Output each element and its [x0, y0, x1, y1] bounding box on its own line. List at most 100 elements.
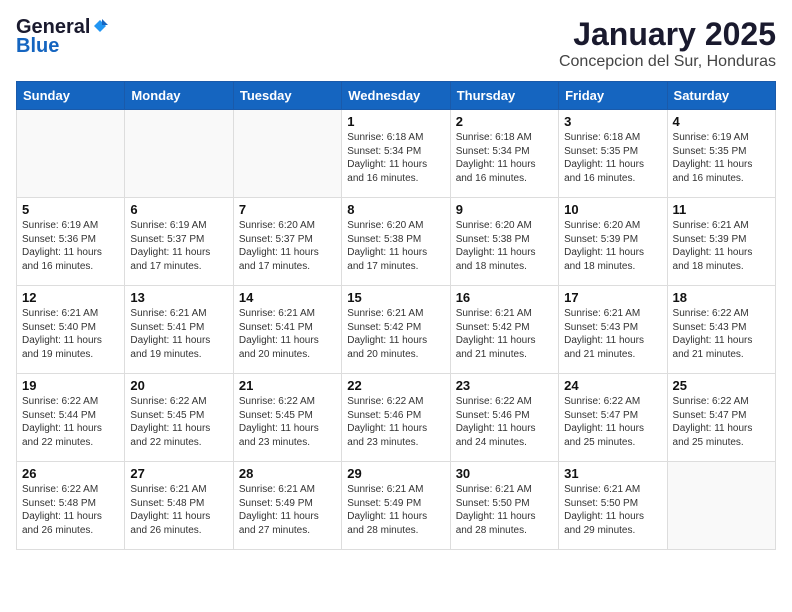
day-number: 14	[239, 290, 336, 305]
day-info: Sunrise: 6:22 AM Sunset: 5:46 PM Dayligh…	[347, 395, 444, 449]
calendar-cell: 10 Sunrise: 6:20 AM Sunset: 5:39 PM Dayli…	[559, 198, 667, 286]
day-info: Sunrise: 6:21 AM Sunset: 5:39 PM Dayligh…	[673, 219, 770, 273]
header-tuesday: Tuesday	[233, 82, 341, 110]
logo: General Blue	[16, 16, 108, 58]
calendar-cell: 6Sunrise: 6:19 AM Sunset: 5:37 PM Daylig…	[125, 198, 233, 286]
calendar-cell: 18 Sunrise: 6:22 AM Sunset: 5:43 PM Dayli…	[667, 286, 775, 374]
day-number: 3	[564, 114, 661, 129]
header-monday: Monday	[125, 82, 233, 110]
day-number: 12	[22, 290, 119, 305]
day-info: Sunrise: 6:21 AM Sunset: 5:41 PM Dayligh…	[239, 307, 336, 361]
day-number: 21	[239, 378, 336, 393]
day-info: Sunrise: 6:21 AM Sunset: 5:43 PM Dayligh…	[564, 307, 661, 361]
calendar-table: Sunday Monday Tuesday Wednesday Thursday…	[16, 81, 776, 550]
day-info: Sunrise: 6:21 AM Sunset: 5:42 PM Dayligh…	[347, 307, 444, 361]
day-number: 26	[22, 466, 119, 481]
day-info: Sunrise: 6:22 AM Sunset: 5:48 PM Dayligh…	[22, 483, 119, 537]
calendar-cell	[17, 110, 125, 198]
day-info: Sunrise: 6:20 AM Sunset: 5:39 PM Dayligh…	[564, 219, 661, 273]
calendar-cell: 27 Sunrise: 6:21 AM Sunset: 5:48 PM Dayli…	[125, 462, 233, 550]
day-info: Sunrise: 6:21 AM Sunset: 5:48 PM Dayligh…	[130, 483, 227, 537]
logo-blue: Blue	[16, 35, 59, 58]
calendar-cell: 15 Sunrise: 6:21 AM Sunset: 5:42 PM Dayli…	[342, 286, 450, 374]
day-number: 13	[130, 290, 227, 305]
day-info: Sunrise: 6:22 AM Sunset: 5:47 PM Dayligh…	[564, 395, 661, 449]
day-number: 16	[456, 290, 553, 305]
day-info: Sunrise: 6:18 AM Sunset: 5:34 PM Dayligh…	[347, 131, 444, 185]
logo-icon	[92, 18, 108, 34]
day-number: 20	[130, 378, 227, 393]
day-number: 27	[130, 466, 227, 481]
calendar-cell: 28Sunrise: 6:21 AM Sunset: 5:49 PM Dayli…	[233, 462, 341, 550]
calendar-cell: 19 Sunrise: 6:22 AM Sunset: 5:44 PM Dayli…	[17, 374, 125, 462]
calendar-cell: 24 Sunrise: 6:22 AM Sunset: 5:47 PM Dayli…	[559, 374, 667, 462]
calendar-cell: 11 Sunrise: 6:21 AM Sunset: 5:39 PM Dayli…	[667, 198, 775, 286]
day-info: Sunrise: 6:19 AM Sunset: 5:35 PM Dayligh…	[673, 131, 770, 185]
day-info: Sunrise: 6:19 AM Sunset: 5:36 PM Dayligh…	[22, 219, 119, 273]
calendar-cell: 29Sunrise: 6:21 AM Sunset: 5:49 PM Dayli…	[342, 462, 450, 550]
calendar-cell: 3Sunrise: 6:18 AM Sunset: 5:35 PM Daylig…	[559, 110, 667, 198]
calendar-cell: 20 Sunrise: 6:22 AM Sunset: 5:45 PM Dayli…	[125, 374, 233, 462]
calendar-title: January 2025	[559, 16, 776, 53]
day-number: 25	[673, 378, 770, 393]
day-number: 9	[456, 202, 553, 217]
day-info: Sunrise: 6:21 AM Sunset: 5:41 PM Dayligh…	[130, 307, 227, 361]
calendar-cell: 23 Sunrise: 6:22 AM Sunset: 5:46 PM Dayli…	[450, 374, 558, 462]
calendar-cell	[667, 462, 775, 550]
day-info: Sunrise: 6:21 AM Sunset: 5:49 PM Dayligh…	[239, 483, 336, 537]
calendar-cell: 16Sunrise: 6:21 AM Sunset: 5:42 PM Dayli…	[450, 286, 558, 374]
day-number: 30	[456, 466, 553, 481]
day-number: 4	[673, 114, 770, 129]
day-number: 15	[347, 290, 444, 305]
week-row-2: 12 Sunrise: 6:21 AM Sunset: 5:40 PM Dayli…	[17, 286, 776, 374]
weekday-header-row: Sunday Monday Tuesday Wednesday Thursday…	[17, 82, 776, 110]
calendar-cell: 25 Sunrise: 6:22 AM Sunset: 5:47 PM Dayli…	[667, 374, 775, 462]
day-number: 6	[130, 202, 227, 217]
day-info: Sunrise: 6:20 AM Sunset: 5:38 PM Dayligh…	[456, 219, 553, 273]
day-info: Sunrise: 6:22 AM Sunset: 5:45 PM Dayligh…	[130, 395, 227, 449]
day-number: 2	[456, 114, 553, 129]
calendar-cell: 31Sunrise: 6:21 AM Sunset: 5:50 PM Dayli…	[559, 462, 667, 550]
calendar-cell: 1Sunrise: 6:18 AM Sunset: 5:34 PM Daylig…	[342, 110, 450, 198]
day-number: 10	[564, 202, 661, 217]
day-number: 24	[564, 378, 661, 393]
calendar-cell: 5 Sunrise: 6:19 AM Sunset: 5:36 PM Daylig…	[17, 198, 125, 286]
week-row-1: 5 Sunrise: 6:19 AM Sunset: 5:36 PM Daylig…	[17, 198, 776, 286]
header-thursday: Thursday	[450, 82, 558, 110]
day-info: Sunrise: 6:22 AM Sunset: 5:47 PM Dayligh…	[673, 395, 770, 449]
day-number: 22	[347, 378, 444, 393]
day-number: 18	[673, 290, 770, 305]
calendar-cell: 22 Sunrise: 6:22 AM Sunset: 5:46 PM Dayli…	[342, 374, 450, 462]
calendar-cell: 8Sunrise: 6:20 AM Sunset: 5:38 PM Daylig…	[342, 198, 450, 286]
week-row-0: 1Sunrise: 6:18 AM Sunset: 5:34 PM Daylig…	[17, 110, 776, 198]
calendar-cell: 13 Sunrise: 6:21 AM Sunset: 5:41 PM Dayli…	[125, 286, 233, 374]
week-row-4: 26 Sunrise: 6:22 AM Sunset: 5:48 PM Dayli…	[17, 462, 776, 550]
day-number: 23	[456, 378, 553, 393]
calendar-cell: 2 Sunrise: 6:18 AM Sunset: 5:34 PM Daylig…	[450, 110, 558, 198]
week-row-3: 19 Sunrise: 6:22 AM Sunset: 5:44 PM Dayli…	[17, 374, 776, 462]
day-info: Sunrise: 6:22 AM Sunset: 5:45 PM Dayligh…	[239, 395, 336, 449]
calendar-cell	[125, 110, 233, 198]
day-info: Sunrise: 6:21 AM Sunset: 5:40 PM Dayligh…	[22, 307, 119, 361]
calendar-cell: 21 Sunrise: 6:22 AM Sunset: 5:45 PM Dayli…	[233, 374, 341, 462]
day-number: 8	[347, 202, 444, 217]
day-info: Sunrise: 6:22 AM Sunset: 5:44 PM Dayligh…	[22, 395, 119, 449]
day-info: Sunrise: 6:21 AM Sunset: 5:49 PM Dayligh…	[347, 483, 444, 537]
day-info: Sunrise: 6:18 AM Sunset: 5:34 PM Dayligh…	[456, 131, 553, 185]
title-area: January 2025 Concepcion del Sur, Hondura…	[559, 16, 776, 71]
calendar-subtitle: Concepcion del Sur, Honduras	[559, 53, 776, 71]
calendar-cell: 9 Sunrise: 6:20 AM Sunset: 5:38 PM Daylig…	[450, 198, 558, 286]
day-number: 5	[22, 202, 119, 217]
calendar-cell: 7Sunrise: 6:20 AM Sunset: 5:37 PM Daylig…	[233, 198, 341, 286]
day-number: 19	[22, 378, 119, 393]
day-info: Sunrise: 6:22 AM Sunset: 5:43 PM Dayligh…	[673, 307, 770, 361]
calendar-cell: 12 Sunrise: 6:21 AM Sunset: 5:40 PM Dayli…	[17, 286, 125, 374]
day-number: 11	[673, 202, 770, 217]
calendar-cell: 14 Sunrise: 6:21 AM Sunset: 5:41 PM Dayli…	[233, 286, 341, 374]
header-wednesday: Wednesday	[342, 82, 450, 110]
day-info: Sunrise: 6:22 AM Sunset: 5:46 PM Dayligh…	[456, 395, 553, 449]
calendar-cell: 30Sunrise: 6:21 AM Sunset: 5:50 PM Dayli…	[450, 462, 558, 550]
calendar-cell	[233, 110, 341, 198]
header: General Blue January 2025 Concepcion del…	[16, 16, 776, 71]
header-saturday: Saturday	[667, 82, 775, 110]
